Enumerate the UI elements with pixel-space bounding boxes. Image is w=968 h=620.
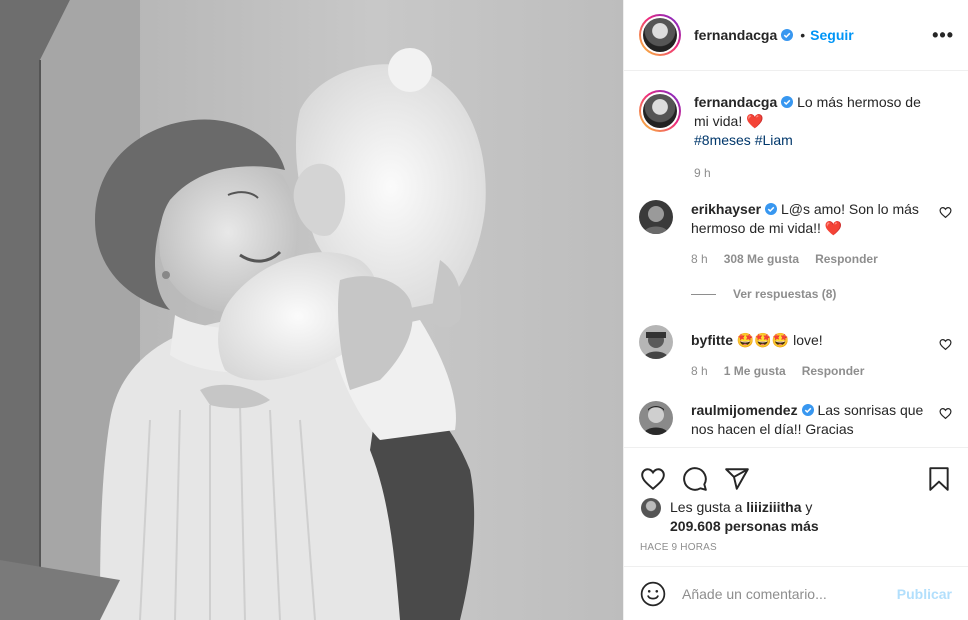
replies-line xyxy=(691,293,716,295)
comment-time[interactable]: 8 h xyxy=(691,362,708,381)
likes-text: Les gusta a liiiziiitha y 209.608 person… xyxy=(670,498,819,536)
comment-meta: 8 h 1 Me gusta Responder xyxy=(691,362,926,381)
liker-avatar[interactable] xyxy=(641,498,661,518)
likes-middle: y xyxy=(805,499,813,515)
author-username[interactable]: fernandacga xyxy=(694,27,777,43)
post-image xyxy=(0,0,623,620)
likes-count[interactable]: 209.608 personas más xyxy=(670,518,819,534)
commenter-avatar[interactable] xyxy=(639,401,673,435)
verified-badge-icon xyxy=(765,203,778,215)
caption-time[interactable]: 9 h xyxy=(694,164,711,183)
post-photo[interactable] xyxy=(0,0,623,620)
liker-username[interactable]: liiiziiitha xyxy=(746,499,801,515)
comment-input[interactable] xyxy=(682,585,897,602)
comment-bubble-icon[interactable] xyxy=(682,466,708,492)
publish-button[interactable]: Publicar xyxy=(897,586,952,602)
verified-badge-icon xyxy=(781,96,794,108)
comment-like-count[interactable]: 1 Me gusta xyxy=(724,362,786,381)
author-avatar[interactable] xyxy=(639,14,681,56)
comments-list[interactable]: fernandacga Lo más hermoso de mi vida! ❤… xyxy=(624,71,968,447)
caption-username[interactable]: fernandacga xyxy=(694,94,777,110)
verified-badge-icon xyxy=(781,29,794,41)
comment-item: erikhayser L@s amo! Son lo más hermoso d… xyxy=(639,200,952,269)
caption-emoji: ❤️ xyxy=(746,113,764,129)
header-names: fernandacga • Seguir xyxy=(694,27,932,43)
more-options-icon[interactable]: ••• xyxy=(932,25,954,46)
commenter-avatar[interactable] xyxy=(639,200,673,234)
caption: fernandacga Lo más hermoso de mi vida! ❤… xyxy=(639,90,952,183)
caption-meta: 9 h xyxy=(694,164,926,183)
comment-body: byfitte 🤩🤩🤩 love! 8 h 1 Me gusta Respond… xyxy=(691,325,952,381)
comment-like-count[interactable]: 308 Me gusta xyxy=(724,250,799,269)
post-side-panel: fernandacga • Seguir ••• fernandacga Lo … xyxy=(623,0,968,620)
post-actions: Les gusta a liiiziiitha y 209.608 person… xyxy=(624,447,968,567)
smiley-icon[interactable] xyxy=(640,581,666,607)
small-heart-icon[interactable] xyxy=(939,407,952,420)
follow-button[interactable]: Seguir xyxy=(810,27,854,43)
caption-hashtags[interactable]: #8meses #Liam xyxy=(694,132,793,148)
reply-button[interactable]: Responder xyxy=(802,362,865,381)
view-replies-label: Ver respuestas (8) xyxy=(733,287,837,301)
small-heart-icon[interactable] xyxy=(939,206,952,219)
comment-time[interactable]: 8 h xyxy=(691,250,708,269)
small-heart-icon[interactable] xyxy=(939,338,952,351)
comment-emoji: 🤩🤩🤩 xyxy=(736,332,790,348)
caption-body: fernandacga Lo más hermoso de mi vida! ❤… xyxy=(694,93,952,183)
add-comment-bar: Publicar xyxy=(624,566,968,620)
caption-avatar[interactable] xyxy=(639,90,681,132)
action-icons xyxy=(624,448,968,498)
reply-button[interactable]: Responder xyxy=(815,250,878,269)
comment-username[interactable]: erikhayser xyxy=(691,201,761,217)
comment-username[interactable]: raulmijomendez xyxy=(691,402,798,418)
heart-outline-icon[interactable] xyxy=(640,466,666,492)
post-time-ago[interactable]: HACE 9 HORAS xyxy=(624,542,968,553)
comment-text: love! xyxy=(793,332,823,348)
comment-body: erikhayser L@s amo! Son lo más hermoso d… xyxy=(691,200,952,269)
comment-body: raulmijomendez Las sonrisas que nos hace… xyxy=(691,401,952,439)
likes-prefix: Les gusta a xyxy=(670,499,743,515)
post-header: fernandacga • Seguir ••• xyxy=(624,0,968,71)
comment-meta: 8 h 308 Me gusta Responder xyxy=(691,250,926,269)
comment-item: raulmijomendez Las sonrisas que nos hace… xyxy=(639,401,952,439)
paper-plane-icon[interactable] xyxy=(724,466,750,492)
separator-dot: • xyxy=(800,27,806,43)
view-replies-button[interactable]: Ver respuestas (8) xyxy=(691,287,952,301)
bookmark-icon[interactable] xyxy=(926,466,952,492)
comment-emoji: ❤️ xyxy=(824,220,843,236)
comment-item: byfitte 🤩🤩🤩 love! 8 h 1 Me gusta Respond… xyxy=(639,325,952,381)
verified-badge-icon xyxy=(801,404,814,416)
likes-summary: Les gusta a liiiziiitha y 209.608 person… xyxy=(624,498,968,536)
commenter-avatar[interactable] xyxy=(639,325,673,359)
comment-username[interactable]: byfitte xyxy=(691,332,733,348)
